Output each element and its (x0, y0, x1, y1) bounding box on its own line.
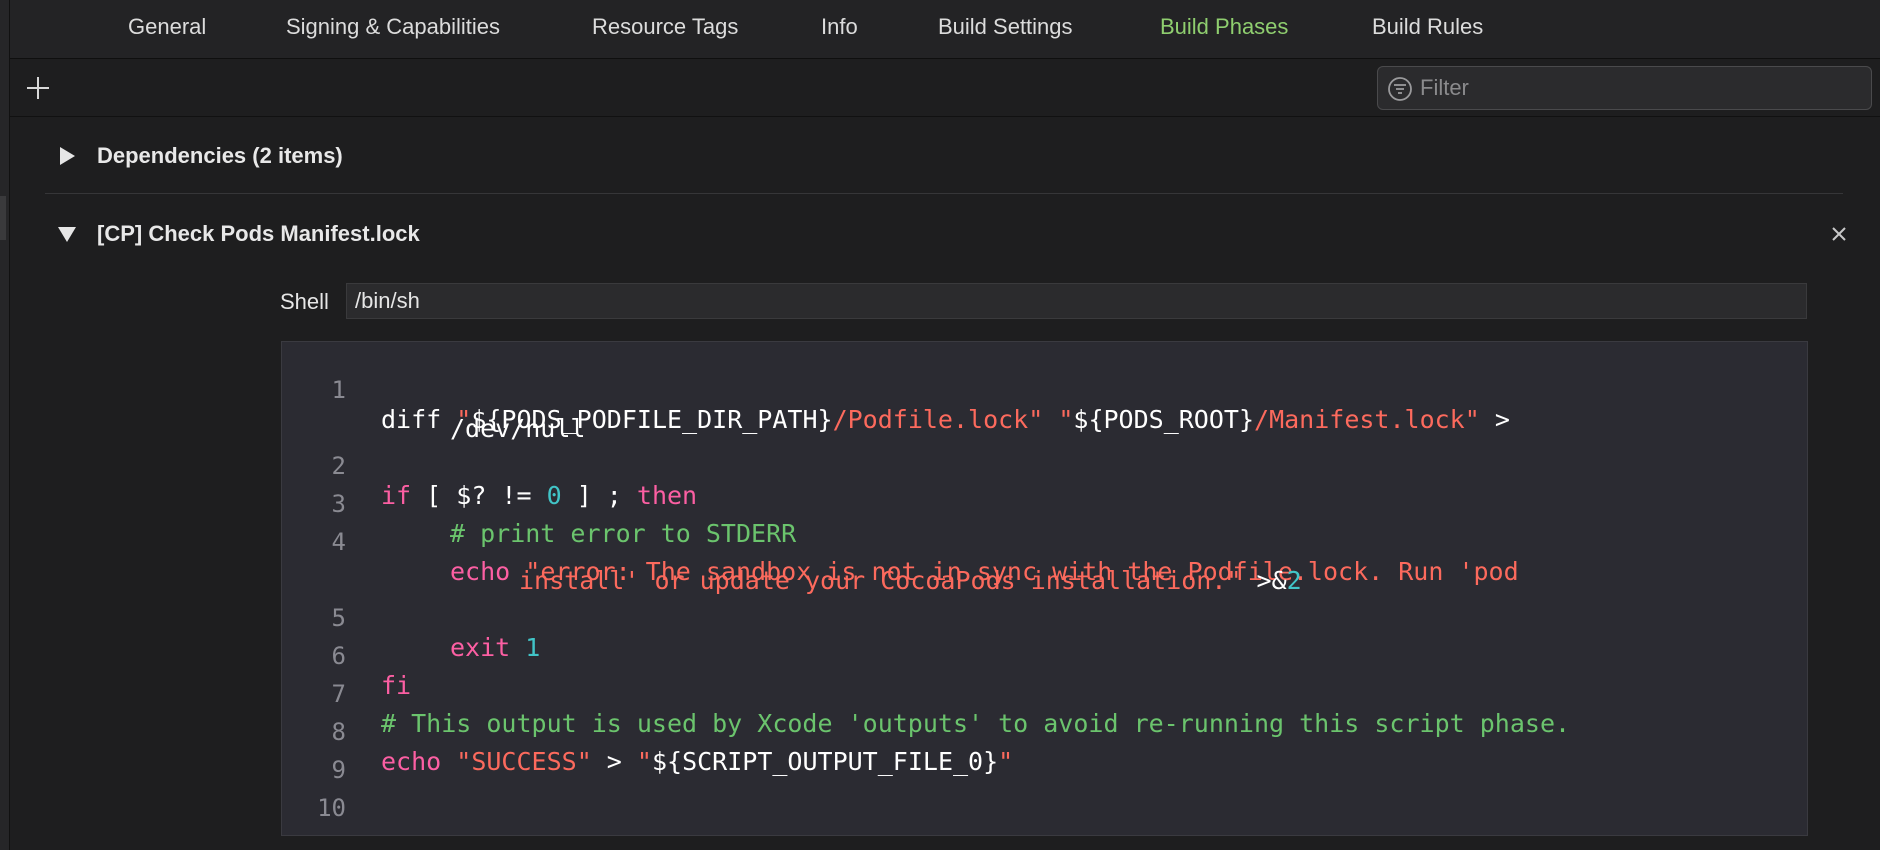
tab-build-rules[interactable]: Build Rules (1372, 14, 1483, 40)
section-dependencies[interactable]: Dependencies (2 items) (45, 136, 1840, 176)
disclosure-triangle-down-icon[interactable] (55, 222, 79, 246)
tab-resource-tags[interactable]: Resource Tags (592, 14, 738, 40)
close-icon (1832, 227, 1846, 241)
section-check-pods-manifest-title: [CP] Check Pods Manifest.lock (97, 221, 420, 246)
filter-field[interactable] (1377, 66, 1872, 110)
section-check-pods-manifest[interactable]: [CP] Check Pods Manifest.lock (45, 214, 1840, 254)
filter-icon (1388, 77, 1412, 101)
build-phases-window: General Signing & Capabilities Resource … (0, 0, 1880, 850)
tab-build-settings[interactable]: Build Settings (938, 14, 1073, 40)
script-editor[interactable]: 1 diff "${PODS_PODFILE_DIR_PATH}/Podfile… (281, 341, 1808, 836)
section-dependencies-title: Dependencies (2 items) (97, 143, 343, 168)
add-build-phase-button[interactable] (20, 70, 56, 106)
shell-input[interactable] (346, 283, 1807, 319)
navigator-edge (0, 0, 10, 850)
tab-general[interactable]: General (128, 14, 206, 40)
delete-phase-button[interactable] (1828, 223, 1850, 245)
navigator-scroll-indicator (0, 196, 6, 240)
editor-tab-bar: General Signing & Capabilities Resource … (10, 0, 1880, 59)
build-phases-toolbar (10, 60, 1880, 117)
filter-input[interactable] (1418, 67, 1858, 109)
plus-icon (27, 77, 49, 99)
shell-label: Shell (280, 289, 329, 314)
code-line: 11 (282, 803, 1807, 835)
tab-build-phases[interactable]: Build Phases (1160, 14, 1288, 40)
line-number: 11 (282, 832, 346, 835)
tab-signing-capabilities[interactable]: Signing & Capabilities (286, 14, 500, 40)
tab-info[interactable]: Info (821, 14, 858, 40)
section-divider (45, 193, 1843, 194)
disclosure-triangle-right-icon[interactable] (55, 144, 79, 168)
